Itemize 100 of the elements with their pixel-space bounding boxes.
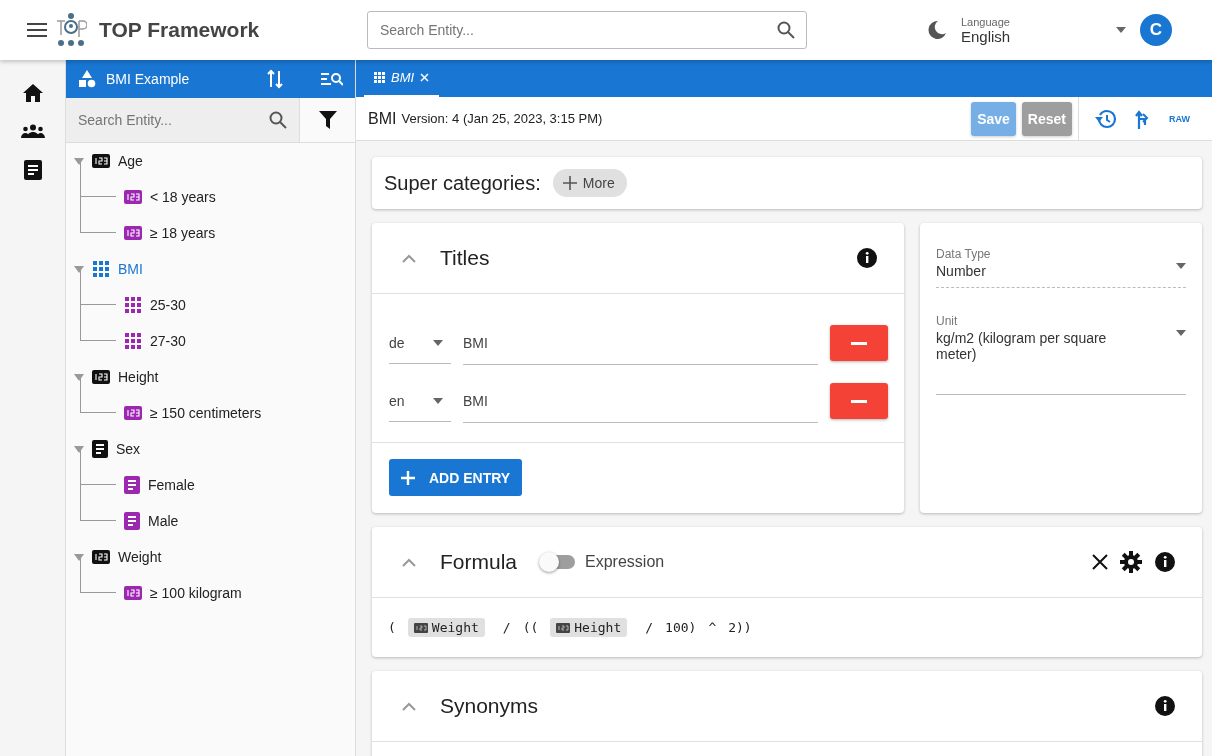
number-icon (124, 406, 142, 420)
number-icon (92, 154, 110, 168)
raw-link[interactable]: RAW (1169, 113, 1190, 124)
minus-icon (851, 341, 867, 345)
tree-item[interactable]: Age (74, 143, 355, 179)
language-select[interactable]: en (389, 380, 451, 422)
number-icon (413, 622, 428, 633)
home-icon[interactable] (22, 84, 43, 102)
tree-item[interactable]: 27-30 (124, 332, 186, 350)
unit-select[interactable]: Unit kg/m2 (kilogram per square meter) (936, 314, 1186, 395)
language-value: English (961, 27, 1012, 45)
tree-item[interactable]: Female (124, 476, 195, 494)
tree-item[interactable]: Height (74, 359, 355, 395)
tree-item[interactable]: < 18 years (124, 189, 216, 205)
entity-chip[interactable]: Weight (407, 618, 485, 637)
tree-item[interactable]: ≥ 100 kilogram (124, 585, 242, 601)
search-icon[interactable] (269, 111, 287, 129)
more-chip[interactable]: More (552, 169, 627, 197)
language-select[interactable]: de (389, 322, 451, 364)
remove-button[interactable] (830, 383, 888, 419)
document-icon[interactable] (23, 160, 42, 180)
data-type-select[interactable]: Data Type Number (936, 247, 1186, 288)
entity-chip[interactable]: Height (550, 618, 628, 637)
search-field[interactable]: Search Entity... (66, 98, 299, 142)
settings-icon[interactable] (1120, 551, 1142, 573)
fork-icon[interactable] (1135, 108, 1151, 129)
number-icon (556, 622, 571, 633)
caret-icon (1176, 263, 1186, 269)
sort-icon[interactable] (267, 69, 283, 89)
formula-token: 100) (665, 620, 697, 635)
collapse-icon[interactable] (402, 701, 416, 711)
search-list-icon[interactable] (321, 72, 343, 86)
section-heading: Synonyms (440, 694, 540, 718)
grid-icon (374, 72, 385, 83)
tree-item[interactable]: ≥ 18 years (124, 225, 216, 241)
info-icon[interactable] (1154, 551, 1176, 573)
expand-icon[interactable] (74, 157, 84, 165)
entity-name: BMI (368, 109, 397, 128)
document-icon (124, 476, 140, 494)
number-icon (124, 190, 142, 204)
grid-icon (92, 260, 110, 278)
field-value: kg/m2 (kilogram per square meter) (936, 330, 1108, 362)
title-field[interactable]: BMI (463, 379, 818, 423)
language-select[interactable]: Language English (961, 15, 1126, 45)
user-avatar[interactable]: C (1140, 14, 1172, 46)
document-icon (92, 440, 108, 458)
connector-line (80, 305, 116, 341)
connector-line (80, 377, 116, 413)
search-icon[interactable] (777, 21, 795, 39)
plus-icon (562, 176, 577, 190)
logo-icon (55, 13, 87, 47)
minus-icon (851, 399, 867, 403)
number-icon (124, 586, 142, 600)
version-info: Version: 4 (Jan 25, 2023, 3:15 PM) (401, 111, 604, 126)
history-icon[interactable] (1095, 108, 1117, 129)
moon-icon[interactable] (927, 20, 947, 40)
connector-line (80, 485, 116, 521)
connector-line (80, 269, 116, 305)
caret-icon (1176, 330, 1186, 336)
connector-line (80, 197, 116, 233)
expand-icon[interactable] (74, 553, 84, 561)
menu-icon[interactable] (27, 23, 47, 37)
section-heading: Titles (440, 246, 491, 270)
plus-icon (401, 470, 415, 485)
grid-icon (124, 296, 142, 314)
info-icon[interactable] (1154, 695, 1176, 717)
tree-item[interactable]: Weight (74, 539, 355, 575)
title-field[interactable]: BMI (463, 321, 818, 365)
expand-icon[interactable] (74, 445, 84, 453)
tree-item[interactable]: Sex (74, 431, 355, 467)
formula-token: / (645, 620, 654, 635)
collapse-icon[interactable] (402, 253, 416, 263)
expand-icon[interactable] (74, 373, 84, 381)
section-heading: Formula (440, 550, 518, 574)
app-title: TOP Framework (99, 18, 261, 42)
field-value: Number (936, 263, 987, 279)
remove-button[interactable] (830, 325, 888, 361)
caret-icon (433, 397, 443, 404)
formula-token: 2)) (728, 620, 752, 635)
filter-icon (318, 111, 337, 129)
add-entry-button[interactable]: ADD ENTRY (389, 459, 523, 496)
people-icon[interactable] (20, 124, 45, 138)
collapse-icon[interactable] (402, 557, 416, 567)
search-field[interactable]: Search Entity... (367, 11, 807, 49)
project-title: BMI Example (106, 71, 191, 87)
tree-item[interactable]: Male (124, 512, 179, 530)
tree-item[interactable]: ≥ 150 centimeters (124, 405, 262, 421)
formula-token: ^ (708, 620, 717, 635)
toggle-label: Expression (585, 553, 665, 571)
number-icon (92, 550, 110, 564)
document-icon (124, 512, 140, 530)
expand-icon[interactable] (74, 265, 84, 273)
tree-item[interactable]: BMI (74, 251, 355, 287)
caret-icon (433, 339, 443, 346)
expression-toggle[interactable] (541, 555, 576, 569)
field-label: Unit (936, 314, 959, 328)
info-icon[interactable] (856, 247, 878, 269)
caret-icon (1116, 27, 1126, 33)
close-icon[interactable] (1092, 554, 1108, 570)
tree-item[interactable]: 25-30 (124, 296, 186, 314)
